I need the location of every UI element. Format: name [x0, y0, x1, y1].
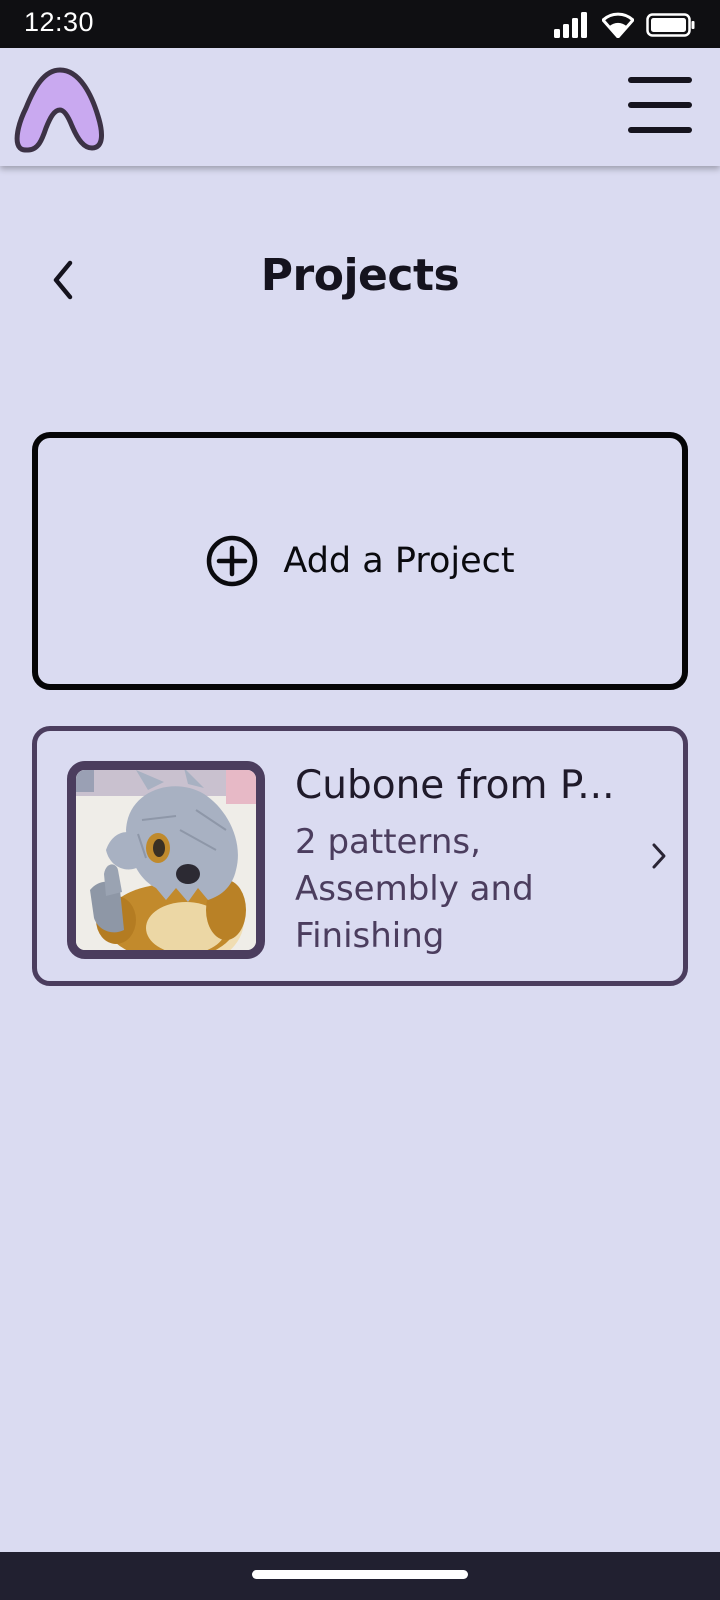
hamburger-menu-icon[interactable]	[624, 72, 696, 138]
add-project-button[interactable]: Add a Project	[32, 432, 688, 690]
project-name: Cubone from P...	[295, 763, 615, 808]
project-card[interactable]: Cubone from P... 2 patterns, Assembly an…	[32, 726, 688, 986]
project-thumbnail	[67, 761, 265, 959]
status-time: 12:30	[24, 7, 95, 37]
chevron-right-icon	[652, 843, 666, 869]
wifi-icon	[602, 12, 634, 38]
battery-icon	[646, 13, 695, 37]
app-bar	[0, 48, 720, 166]
page-title: Projects	[260, 250, 460, 301]
app-logo[interactable]	[12, 60, 106, 156]
system-nav-bar	[0, 1552, 720, 1600]
status-icons	[554, 12, 696, 38]
signal-icon	[554, 12, 587, 38]
home-indicator[interactable]	[252, 1570, 468, 1579]
project-subtitle: 2 patterns, Assembly and Finishing	[295, 822, 534, 956]
plus-circle-icon	[207, 535, 258, 587]
status-bar: 12:30	[0, 0, 720, 48]
add-project-label: Add a Project	[283, 541, 515, 581]
